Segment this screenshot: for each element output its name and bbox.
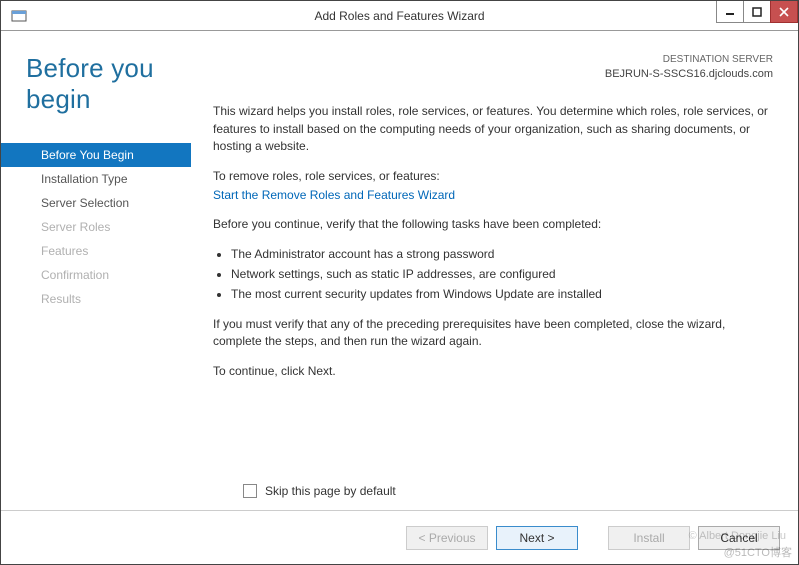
skip-checkbox[interactable] bbox=[243, 484, 257, 498]
prereq-item: Network settings, such as static IP addr… bbox=[231, 266, 773, 283]
wizard-nav: Before You Begin Installation Type Serve… bbox=[1, 143, 191, 311]
skip-row: Skip this page by default bbox=[213, 484, 773, 498]
maximize-button[interactable] bbox=[743, 1, 771, 23]
nav-installation-type[interactable]: Installation Type bbox=[1, 167, 191, 191]
nav-before-you-begin[interactable]: Before You Begin bbox=[1, 143, 191, 167]
nav-confirmation: Confirmation bbox=[1, 263, 191, 287]
next-button[interactable]: Next > bbox=[496, 526, 578, 550]
remove-label: To remove roles, role services, or featu… bbox=[213, 168, 773, 185]
wizard-footer: < Previous Next > Install Cancel bbox=[1, 510, 798, 564]
cancel-button[interactable]: Cancel bbox=[698, 526, 780, 550]
continue-note: To continue, click Next. bbox=[213, 363, 773, 380]
close-note: If you must verify that any of the prece… bbox=[213, 316, 773, 351]
app-icon bbox=[7, 4, 31, 28]
nav-server-selection[interactable]: Server Selection bbox=[1, 191, 191, 215]
nav-features: Features bbox=[1, 239, 191, 263]
verify-intro: Before you continue, verify that the fol… bbox=[213, 216, 773, 233]
skip-label: Skip this page by default bbox=[265, 484, 396, 498]
prereq-list: The Administrator account has a strong p… bbox=[213, 246, 773, 304]
wizard-body: This wizard helps you install roles, rol… bbox=[213, 103, 773, 392]
prereq-item: The Administrator account has a strong p… bbox=[231, 246, 773, 263]
prereq-item: The most current security updates from W… bbox=[231, 286, 773, 303]
window-controls bbox=[717, 1, 798, 23]
close-button[interactable] bbox=[770, 1, 798, 23]
destination-host: BEJRUN-S-SSCS16.djclouds.com bbox=[213, 67, 773, 82]
remove-roles-link[interactable]: Start the Remove Roles and Features Wiza… bbox=[213, 188, 455, 202]
destination-label: DESTINATION SERVER bbox=[213, 53, 773, 67]
window-title: Add Roles and Features Wizard bbox=[314, 9, 484, 23]
nav-results: Results bbox=[1, 287, 191, 311]
nav-server-roles: Server Roles bbox=[1, 215, 191, 239]
minimize-button[interactable] bbox=[716, 1, 744, 23]
destination-block: DESTINATION SERVER BEJRUN-S-SSCS16.djclo… bbox=[213, 53, 773, 81]
titlebar: Add Roles and Features Wizard bbox=[1, 1, 798, 31]
previous-button: < Previous bbox=[406, 526, 488, 550]
page-title: Before you begin bbox=[1, 53, 213, 115]
install-button: Install bbox=[608, 526, 690, 550]
intro-text: This wizard helps you install roles, rol… bbox=[213, 103, 773, 155]
